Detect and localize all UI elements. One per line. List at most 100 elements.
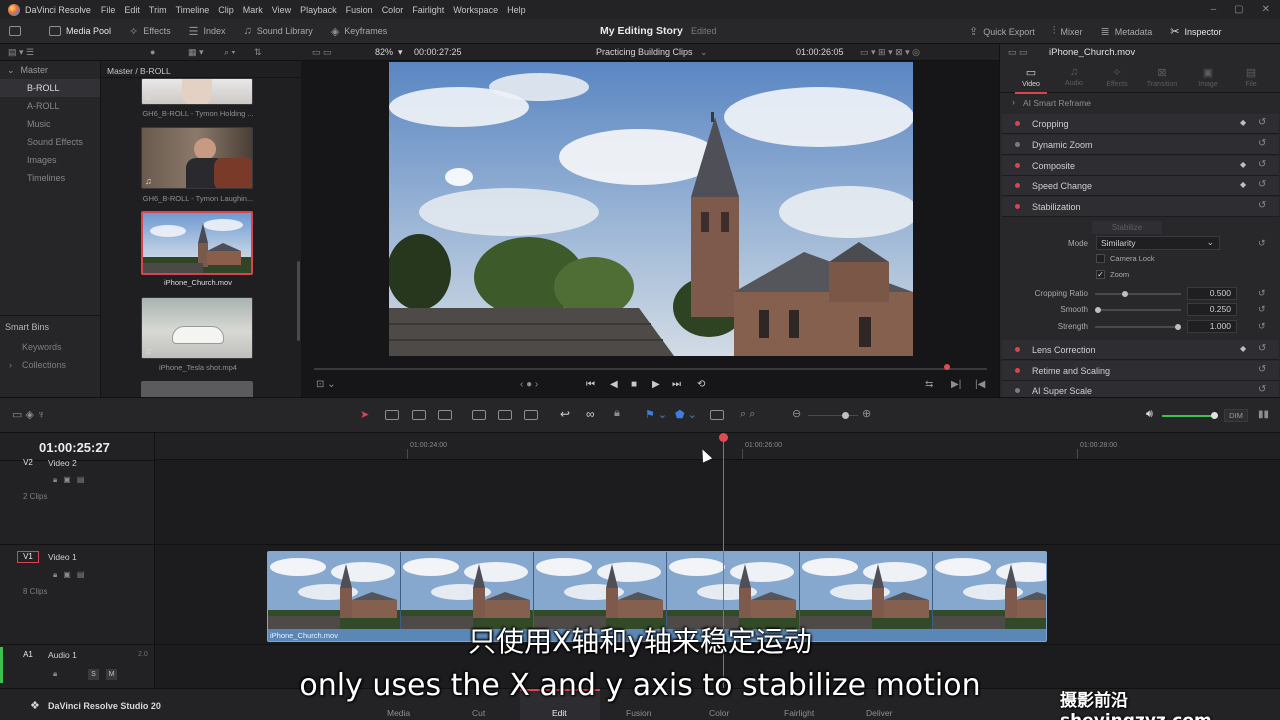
page-tab-deliver[interactable]: Deliver [866, 708, 892, 718]
prev-edit-icon[interactable]: ▶| [951, 379, 961, 390]
clip-thumbnail[interactable]: ♫ [141, 127, 253, 189]
zoom-out-icon[interactable]: ⊖ [792, 407, 801, 420]
tab-video[interactable]: ▭ Video [1011, 66, 1051, 94]
reverse-play-icon[interactable]: ◀ [610, 379, 618, 390]
clip-thumbnail[interactable] [141, 381, 253, 397]
page-tab-fusion[interactable]: Fusion [626, 708, 652, 718]
keyframe-icon[interactable]: ◆ [1240, 180, 1246, 189]
replace-clip-icon[interactable] [524, 410, 538, 420]
enable-toggle[interactable] [1015, 368, 1020, 373]
workspace-toggle-button[interactable] [0, 19, 40, 44]
page-tab-edit[interactable]: Edit [552, 708, 567, 718]
reset-icon[interactable]: ↺ [1258, 200, 1266, 211]
enable-toggle[interactable] [1015, 183, 1020, 188]
clip-thumbnail[interactable]: ♫ [141, 78, 253, 105]
lock-icon[interactable]: 🔒︎ [614, 407, 620, 420]
reset-icon[interactable]: ↺ [1258, 179, 1266, 190]
keyframe-icon[interactable]: ◆ [1240, 160, 1246, 169]
reset-icon[interactable]: ↺ [1258, 384, 1266, 395]
playhead-handle[interactable] [719, 433, 728, 442]
section-lens-correction[interactable]: Lens Correction ◆ ↺ [1002, 340, 1279, 360]
loop-icon[interactable]: ⟲ [697, 379, 705, 390]
section-composite[interactable]: Composite ◆ ↺ [1002, 156, 1279, 176]
list-view-icon[interactable]: ▤ ▾ ☰ [8, 47, 34, 58]
menu-edit[interactable]: Edit [124, 5, 140, 15]
zoom-level[interactable]: 82% [375, 47, 393, 57]
strength-slider[interactable] [1095, 324, 1181, 330]
cropping-ratio-value[interactable]: 0.500 [1187, 287, 1237, 300]
timeline-name[interactable]: Practicing Building Clips [596, 47, 693, 57]
enable-toggle[interactable] [1015, 388, 1020, 393]
page-tab-color[interactable]: Color [709, 708, 729, 718]
mixer-button[interactable]: ⫶ Mixer [1044, 19, 1092, 44]
stop-icon[interactable]: ■ [631, 379, 637, 390]
menu-workspace[interactable]: Workspace [453, 5, 498, 15]
menu-file[interactable]: File [101, 5, 116, 15]
bin-master[interactable]: ⌄ Master [0, 61, 100, 79]
maximize-icon[interactable]: ▢ [1234, 4, 1243, 15]
close-icon[interactable]: ✕ [1262, 4, 1270, 15]
media-pool-scrollbar[interactable] [297, 261, 300, 341]
enable-toggle[interactable] [1015, 204, 1020, 209]
timeline-dropdown-icon[interactable]: ⌄ [700, 47, 708, 58]
section-dynamic-zoom[interactable]: Dynamic Zoom ↺ [1002, 135, 1279, 155]
trim-tool-icon[interactable] [385, 410, 399, 420]
zoom-checkbox[interactable]: ✓ [1096, 270, 1105, 279]
speaker-icon[interactable]: 🔊︎ [1146, 408, 1153, 421]
expand-icon[interactable]: › [9, 360, 12, 370]
selection-tool-icon[interactable]: ➤ [360, 408, 369, 421]
menu-trim[interactable]: Trim [149, 5, 167, 15]
bin-item-music[interactable]: Music [0, 115, 100, 133]
menu-timeline[interactable]: Timeline [176, 5, 210, 15]
slider-knob[interactable] [1122, 291, 1129, 297]
clip-thumbnail-selected[interactable] [141, 211, 253, 275]
reset-icon[interactable]: ↺ [1258, 238, 1266, 249]
page-tab-media[interactable]: Media [387, 708, 410, 718]
keyframes-button[interactable]: ◈ Keyframes [322, 19, 396, 44]
tab-audio[interactable]: ♫ Audio [1054, 66, 1094, 87]
insert-clip-icon[interactable] [472, 410, 486, 420]
page-tab-fairlight[interactable]: Fairlight [784, 708, 814, 718]
section-speed-change[interactable]: Speed Change ◆ ↺ [1002, 176, 1279, 196]
keyframe-icon[interactable]: ◆ [1240, 118, 1246, 127]
zoom-detail-icon[interactable]: ⌕ ⌕ [740, 408, 755, 421]
next-edit-icon[interactable]: |◀ [975, 379, 985, 390]
smart-bin-keywords[interactable]: Keywords [22, 342, 62, 352]
tab-transition[interactable]: ⊠ Transition [1142, 66, 1182, 88]
slider-knob[interactable] [1175, 324, 1181, 330]
playhead-marker[interactable] [944, 364, 950, 370]
flag-icon[interactable]: ⚑ ⌄ [645, 408, 667, 421]
track-controls-v1[interactable]: 🔒︎▣▤ [53, 570, 90, 580]
reset-icon[interactable]: ↺ [1258, 288, 1266, 299]
sound-library-button[interactable]: ♫ Sound Library [235, 19, 322, 44]
tab-image[interactable]: ▣ Image [1188, 66, 1228, 88]
expand-icon[interactable]: › [1012, 97, 1015, 107]
index-button[interactable]: ☰ Index [180, 19, 235, 44]
track-id-v1[interactable]: V1 [17, 551, 39, 563]
reset-icon[interactable]: ↺ [1258, 138, 1266, 149]
stabilize-button[interactable]: Stabilize [1092, 221, 1162, 234]
enable-toggle[interactable] [1015, 163, 1020, 168]
dim-button[interactable]: DIM [1224, 409, 1248, 422]
metadata-button[interactable]: ≣ Metadata [1092, 19, 1162, 44]
minimize-icon[interactable]: – [1211, 4, 1217, 15]
keyframe-icon[interactable]: ◆ [1240, 344, 1246, 353]
blade-tool-icon[interactable] [438, 410, 452, 420]
reset-icon[interactable]: ↺ [1258, 304, 1266, 315]
volume-knob[interactable] [1211, 412, 1219, 419]
zoom-dropdown-icon[interactable]: ▾ [398, 47, 403, 58]
overwrite-clip-icon[interactable] [498, 410, 512, 420]
search-icon[interactable]: ⌕ ▾ [224, 47, 235, 58]
smooth-slider[interactable] [1095, 307, 1181, 313]
menu-mark[interactable]: Mark [243, 5, 263, 15]
section-cropping[interactable]: Cropping ◆ ↺ [1002, 114, 1279, 134]
track-controls-v2[interactable]: 🔒︎▣▤ [53, 475, 90, 485]
section-stabilization[interactable]: Stabilization ↺ [1002, 197, 1279, 217]
sort-icon[interactable]: ⇅ [254, 47, 262, 58]
clip-thumbnail[interactable]: ♫ [141, 297, 253, 359]
timeline-ruler[interactable]: 01:00:24:00 01:00:26:00 01:00:28:00 [155, 433, 1280, 460]
viewer-layout-icon[interactable]: ▭ ▭ [312, 47, 332, 58]
viewer-overlay-icon[interactable]: ⊡ ⌄ [316, 379, 336, 390]
menu-help[interactable]: Help [507, 5, 526, 15]
viewer-frame[interactable] [389, 62, 913, 356]
